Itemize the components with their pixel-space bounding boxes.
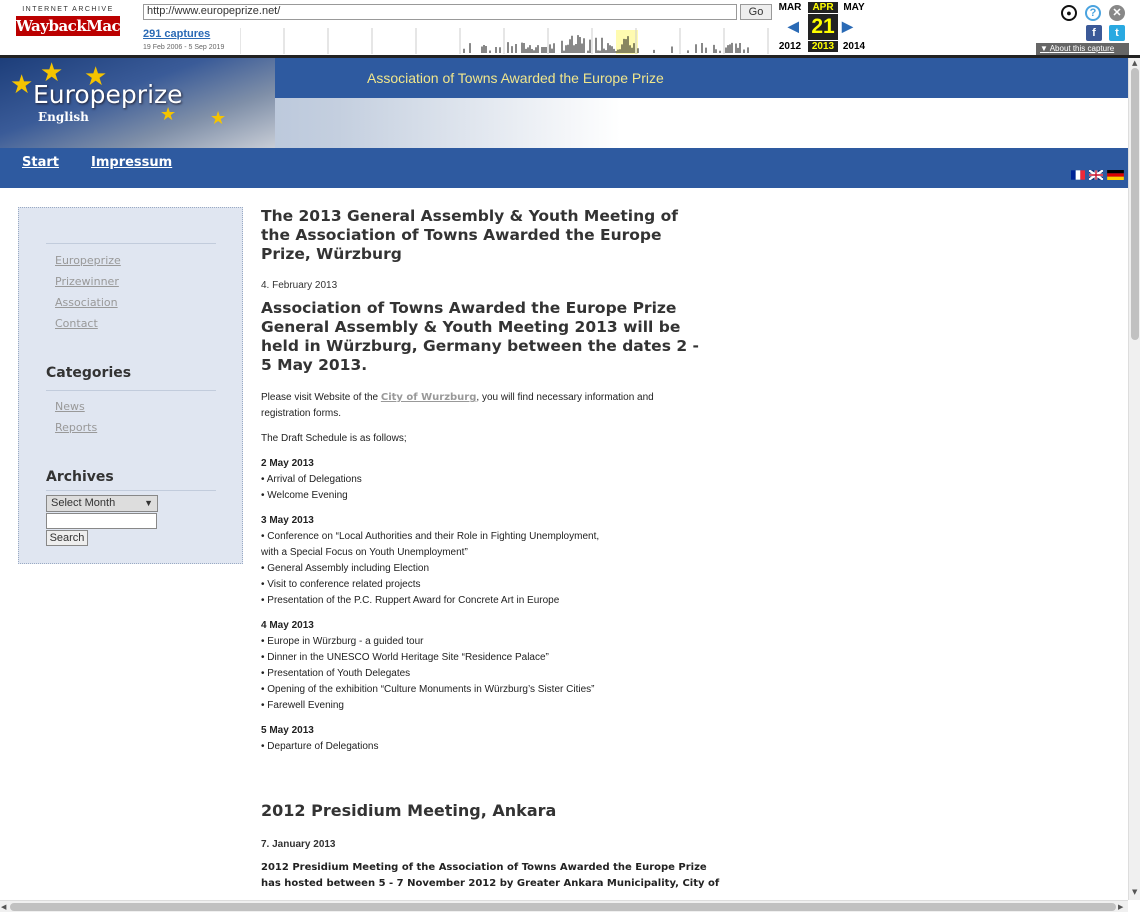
schedule-item: • Presentation of the P.C. Ruppert Award… — [261, 595, 560, 606]
wayback-go-button[interactable]: Go — [740, 4, 772, 20]
facebook-icon[interactable]: f — [1086, 25, 1102, 41]
article-title[interactable]: 2012 Presidium Meeting, Ankara — [261, 801, 706, 820]
user-icon[interactable]: ● — [1061, 5, 1077, 21]
month-select-value: Select Month — [51, 497, 116, 509]
article-paragraph: Please visit Website of the City of Wurz… — [261, 390, 691, 422]
wayback-logo-main: WaybackMachine — [16, 16, 156, 36]
article-title[interactable]: The 2013 General Assembly & Youth Meetin… — [261, 207, 706, 264]
schedule-day-date: 2 May 2013 — [261, 458, 314, 469]
month-current: APR — [808, 2, 838, 13]
horizontal-scrollbar[interactable]: ◀ ▶ — [0, 900, 1128, 912]
navbar: Start Impressum — [0, 148, 1128, 188]
schedule-item: • Visit to conference related projects — [261, 579, 421, 590]
sparkline-highlight — [616, 30, 638, 54]
schedule-item: • General Assembly including Election — [261, 563, 430, 574]
site-page: Association of Towns Awarded the Europe … — [0, 58, 1128, 900]
about-capture-label: About this capture — [1049, 44, 1115, 53]
schedule-item: • Presentation of Youth Delegates — [261, 668, 411, 679]
vertical-scrollbar[interactable]: ▲ ▼ — [1128, 58, 1140, 900]
caret-down-icon: ▼ — [1040, 44, 1050, 53]
schedule-item: • Conference on “Local Authorities and t… — [261, 531, 600, 542]
wayback-calendar: MAR APR MAY ◀ 21 ▶ 2012 2013 2014 — [775, 0, 870, 56]
site-title[interactable]: Europeprize — [33, 80, 183, 109]
scroll-left-icon[interactable]: ◀ — [1, 903, 6, 911]
wayback-date-range: 19 Feb 2006 - 5 Sep 2019 — [143, 44, 225, 51]
flag-de-icon[interactable] — [1107, 170, 1124, 180]
wayback-captures-link[interactable]: 291 captures — [143, 28, 210, 40]
dropdown-arrow-icon: ▼ — [144, 498, 153, 508]
main-content: The 2013 General Assembly & Youth Meetin… — [261, 207, 720, 892]
divider — [46, 390, 216, 391]
about-capture-link[interactable]: ▼ About this capture — [1036, 43, 1129, 55]
site-language: English — [38, 110, 89, 124]
schedule-item: • Opening of the exhibition “Culture Mon… — [261, 684, 595, 695]
flag-uk-icon[interactable] — [1089, 170, 1103, 180]
star-icon: ★ — [210, 108, 227, 129]
next-capture-arrow-icon[interactable]: ▶ — [842, 18, 853, 35]
capture-day: 21 — [808, 14, 838, 40]
month-prev[interactable]: MAR — [775, 2, 805, 13]
category-link-news[interactable]: News — [55, 400, 85, 413]
article-date: 4. February 2013 — [261, 280, 338, 291]
star-icon: ★ — [10, 70, 34, 100]
schedule-item: with a Special Focus on Youth Unemployme… — [261, 547, 468, 558]
scroll-right-icon[interactable]: ▶ — [1118, 903, 1123, 911]
wayback-logo[interactable]: INTERNET ARCHIVE WaybackMachine — [16, 6, 156, 46]
logo-image: ★ ★ ★ ★ ★ Europeprize English — [0, 58, 275, 148]
scroll-up-icon[interactable]: ▲ — [1132, 59, 1137, 67]
schedule-item: • Welcome Evening — [261, 490, 348, 501]
schedule-item: • Farewell Evening — [261, 700, 344, 711]
site-tagline: Association of Towns Awarded the Europe … — [367, 70, 664, 86]
divider — [46, 243, 216, 244]
schedule-day: 4 May 2013 • Europe in Würzburg - a guid… — [261, 618, 706, 714]
horizontal-scroll-thumb[interactable] — [10, 903, 1116, 911]
wayback-url-input[interactable]: http://www.europeprize.net/ — [143, 4, 737, 20]
article-subtitle: Association of Towns Awarded the Europe … — [261, 299, 699, 374]
sidebar: Europeprize Prizewinner Association Cont… — [18, 207, 243, 564]
schedule-day-date: 3 May 2013 — [261, 515, 314, 526]
prev-capture-arrow-icon[interactable]: ◀ — [788, 18, 799, 35]
sidebar-link-europeprize[interactable]: Europeprize — [55, 254, 121, 267]
year-current: 2013 — [808, 41, 838, 52]
scroll-down-icon[interactable]: ▼ — [1132, 888, 1137, 896]
schedule-day-date: 5 May 2013 — [261, 725, 314, 736]
help-icon[interactable]: ? — [1085, 5, 1101, 21]
close-icon[interactable]: ✕ — [1109, 5, 1125, 21]
schedule-day: 2 May 2013 • Arrival of Delegations • We… — [261, 456, 706, 504]
twitter-icon[interactable]: t — [1109, 25, 1125, 41]
schedule-day: 5 May 2013 • Departure of Delegations — [261, 723, 706, 755]
flag-fr-icon[interactable] — [1071, 170, 1085, 180]
nav-start[interactable]: Start — [22, 155, 59, 170]
year-prev[interactable]: 2012 — [775, 41, 805, 52]
city-of-wurzburg-link[interactable]: City of Wurzburg — [381, 392, 477, 403]
wayback-toolbar: INTERNET ARCHIVE WaybackMachine http://w… — [0, 0, 1140, 58]
divider — [46, 490, 216, 491]
schedule-day-date: 4 May 2013 — [261, 620, 314, 631]
archives-heading: Archives — [46, 469, 114, 485]
article-text: 2012 Presidium Meeting of the Associatio… — [261, 862, 707, 873]
sidebar-link-contact[interactable]: Contact — [55, 317, 98, 330]
category-link-reports[interactable]: Reports — [55, 421, 97, 434]
nav-impressum[interactable]: Impressum — [91, 155, 172, 170]
article-date: 7. January 2013 — [261, 839, 336, 850]
wayback-capture-sparkline[interactable] — [240, 24, 770, 54]
schedule-intro: The Draft Schedule is as follows; — [261, 433, 407, 444]
schedule-item: • Dinner in the UNESCO World Heritage Si… — [261, 652, 549, 663]
vertical-scroll-thumb[interactable] — [1131, 68, 1139, 340]
search-button[interactable]: Search — [46, 530, 88, 546]
schedule-item: • Arrival of Delegations — [261, 474, 362, 485]
sidebar-link-association[interactable]: Association — [55, 296, 118, 309]
wayback-logo-top: INTERNET ARCHIVE — [22, 6, 114, 13]
month-next[interactable]: MAY — [839, 2, 869, 13]
schedule-day: 3 May 2013 • Conference on “Local Author… — [261, 513, 706, 609]
paragraph-text: Please visit Website of the — [261, 392, 381, 403]
article-text: has hosted between 5 - 7 November 2012 b… — [261, 878, 720, 889]
year-next[interactable]: 2014 — [839, 41, 869, 52]
archive-month-select[interactable]: Select Month ▼ — [46, 495, 158, 512]
categories-heading: Categories — [46, 365, 132, 381]
sidebar-link-prizewinner[interactable]: Prizewinner — [55, 275, 119, 288]
schedule-item: • Departure of Delegations — [261, 741, 379, 752]
schedule-item: • Europe in Würzburg - a guided tour — [261, 636, 424, 647]
search-input[interactable] — [46, 513, 157, 529]
